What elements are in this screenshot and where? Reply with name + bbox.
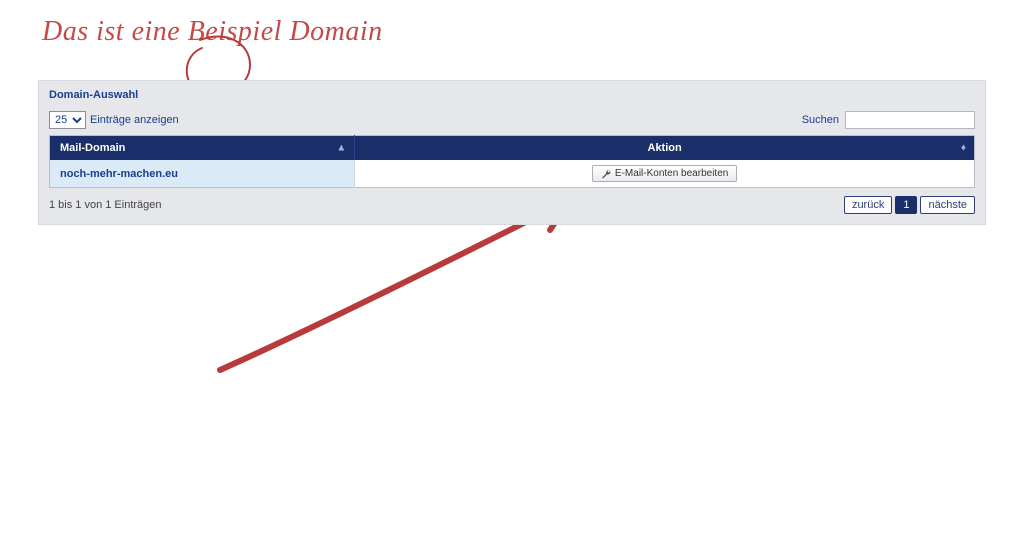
wrench-icon — [601, 169, 611, 179]
edit-email-accounts-button[interactable]: E-Mail-Konten bearbeiten — [592, 165, 737, 182]
handwritten-annotation: Das ist eine Beispiel Domain — [42, 18, 383, 46]
search-input[interactable] — [845, 111, 975, 129]
domain-table: Mail-Domain ▲ Aktion ♦ noch-mehr-machen.… — [49, 135, 975, 188]
pager-next-button[interactable]: nächste — [920, 196, 975, 214]
edit-button-label: E-Mail-Konten bearbeiten — [615, 168, 728, 179]
cell-action: E-Mail-Konten bearbeiten — [355, 160, 975, 188]
table-header-row: Mail-Domain ▲ Aktion ♦ — [50, 136, 975, 161]
sort-asc-icon: ▲ — [336, 143, 346, 154]
column-header-label: Aktion — [648, 142, 682, 154]
table-info: 1 bis 1 von 1 Einträgen — [49, 199, 162, 211]
panel-title: Domain-Auswahl — [49, 89, 975, 101]
search-label: Suchen — [802, 114, 839, 126]
table-row: noch-mehr-machen.eu E-Mail-Konten bearbe… — [50, 160, 975, 188]
column-header-mail-domain[interactable]: Mail-Domain ▲ — [50, 136, 355, 161]
length-label: Einträge anzeigen — [90, 114, 179, 126]
sort-both-icon: ♦ — [961, 143, 966, 154]
length-control: 25 Einträge anzeigen — [49, 111, 179, 129]
cell-mail-domain[interactable]: noch-mehr-machen.eu — [50, 160, 355, 188]
domain-selection-panel: Domain-Auswahl 25 Einträge anzeigen Such… — [38, 80, 986, 225]
column-header-label: Mail-Domain — [60, 142, 125, 154]
pagination: zurück 1 nächste — [844, 196, 975, 214]
column-header-action[interactable]: Aktion ♦ — [355, 136, 975, 161]
pager-page-1-button[interactable]: 1 — [895, 196, 917, 214]
pager-prev-button[interactable]: zurück — [844, 196, 892, 214]
controls-bar: 25 Einträge anzeigen Suchen — [49, 111, 975, 129]
search-control: Suchen — [802, 111, 975, 129]
length-select[interactable]: 25 — [49, 111, 86, 129]
table-footer: 1 bis 1 von 1 Einträgen zurück 1 nächste — [49, 196, 975, 214]
